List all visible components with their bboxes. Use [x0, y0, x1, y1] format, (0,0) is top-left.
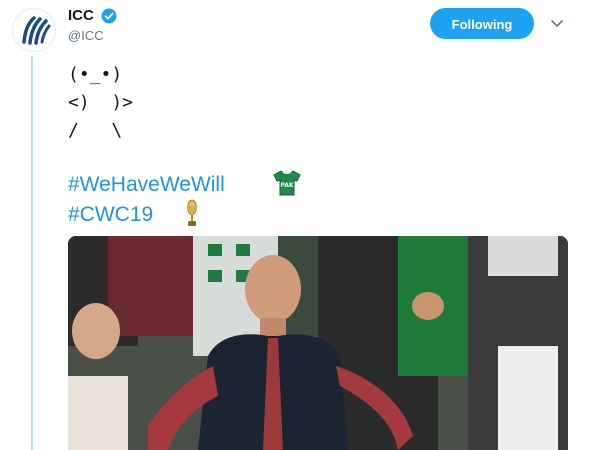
- svg-text:PAK: PAK: [280, 182, 293, 189]
- following-button[interactable]: Following: [430, 8, 534, 39]
- account-handle[interactable]: @ICC: [68, 28, 104, 43]
- hashtag-link[interactable]: #CWC19: [68, 203, 153, 227]
- hashtag-link[interactable]: #WeHaveWeWill: [68, 173, 225, 197]
- icc-logo-icon: [22, 16, 51, 45]
- ascii-art-line: / \: [68, 120, 123, 141]
- verified-badge-icon: [101, 8, 117, 24]
- account-name[interactable]: ICC: [68, 7, 94, 24]
- ascii-art-line: <) )>: [68, 92, 134, 113]
- ascii-art-line: (•_•): [68, 64, 123, 85]
- trophy-icon: [187, 199, 197, 226]
- thread-line: [31, 56, 33, 450]
- chevron-down-icon[interactable]: [548, 14, 566, 32]
- account-avatar[interactable]: [12, 8, 56, 52]
- photo-illustration: [68, 236, 568, 450]
- tweet-photo[interactable]: [68, 236, 568, 450]
- pakistan-jersey-icon: PAK: [273, 170, 301, 196]
